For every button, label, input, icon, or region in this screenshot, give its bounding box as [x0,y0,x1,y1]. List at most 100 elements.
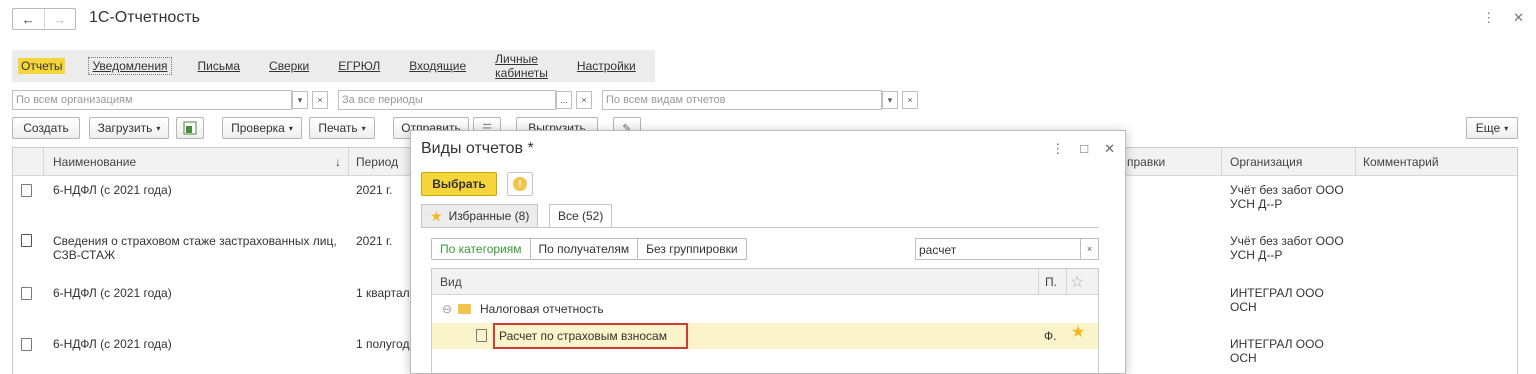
search-clear-button[interactable]: × [1081,238,1099,260]
tab-personal-accounts[interactable]: Личные кабинеты [492,51,551,81]
check-button[interactable]: Проверка ▾ [222,117,302,139]
forward-button[interactable]: → [43,9,76,29]
load-button[interactable]: Загрузить ▾ [89,117,169,139]
nav-buttons: ← → [12,8,76,30]
back-button[interactable]: ← [13,9,44,29]
period-filter-select[interactable]: ... [556,91,572,109]
row-name: 6-НДФЛ (с 2021 года) [53,286,172,300]
tab-divider [421,227,1099,228]
folder-icon [458,304,471,314]
document-icon [21,338,32,351]
row-name-line2: СЗВ-СТАЖ [53,248,116,262]
star-outline-icon: ☆ [1070,274,1085,291]
tab-settings[interactable]: Настройки [574,58,639,74]
kind-filter-clear[interactable]: × [902,91,918,109]
column-divider [43,148,44,176]
tab-reconciliations[interactable]: Сверки [266,58,312,74]
chevron-down-icon: ▾ [288,123,293,133]
document-icon [21,184,32,197]
kind-filter-input[interactable]: По всем видам отчетов [602,90,882,110]
row-name: 6-НДФЛ (с 2021 года) [53,183,172,197]
column-divider [348,148,349,176]
more-button-label: Еще [1475,121,1501,135]
tab-notifications[interactable]: Уведомления [88,57,172,75]
row-org-tax: ОСН [1230,351,1257,365]
print-button[interactable]: Печать ▾ [309,117,375,139]
load-button-label: Загрузить [97,121,153,135]
org-filter-dropdown[interactable]: ▾ [292,91,308,109]
more-icon[interactable]: ⋮ [1482,10,1495,26]
page-title: 1С-Отчетность [89,9,200,26]
section-tabs: Отчеты Уведомления Письма Сверки ЕГРЮЛ В… [12,50,655,82]
column-period[interactable]: Период [356,155,398,169]
kind-filter-dropdown[interactable]: ▾ [882,91,898,109]
signed-document-icon [21,234,32,247]
column-kind[interactable]: Вид [440,275,462,289]
column-divider [1355,148,1356,176]
tab-reports[interactable]: Отчеты [18,58,66,74]
close-icon[interactable]: ✕ [1513,10,1524,26]
document-icon [21,287,32,300]
table-header: Вид П. ☆ [432,269,1098,295]
column-divider [1038,269,1039,295]
group-by-recipient[interactable]: По получателям [529,239,638,259]
document-icon [476,329,487,342]
column-divider [1066,269,1067,295]
check-button-label: Проверка [231,121,285,135]
group-label: Налоговая отчетность [480,302,604,316]
create-button[interactable]: Создать [12,117,80,139]
search-input[interactable]: расчет [915,238,1081,260]
row-period: 1 полугод [356,337,410,351]
column-divider [1221,148,1222,176]
tab-letters[interactable]: Письма [195,58,244,74]
no-grouping[interactable]: Без группировки [637,239,745,259]
item-p-value: Ф. [1044,329,1057,343]
report-kinds-table: Вид П. ☆ ⊖ Налоговая отчетность Расчет п… [431,268,1099,374]
maximize-icon[interactable]: □ [1080,141,1088,157]
chevron-down-icon: ▾ [1504,123,1509,133]
dialog-title: Виды отчетов * [421,140,534,157]
sort-arrow-icon: ↓ [335,155,341,169]
tab-all[interactable]: Все (52) [549,204,613,228]
star-icon[interactable]: ★ [1071,325,1085,341]
row-org-tax: УСН Д--Р [1230,197,1283,211]
group-by-category[interactable]: По категориям [432,239,530,259]
row-org: ИНТЕГРАЛ ООО [1230,286,1324,300]
excel-icon [183,121,197,135]
org-filter-clear[interactable]: × [312,91,328,109]
row-org: Учёт без забот ООО [1230,234,1344,248]
tab-favorites[interactable]: ★ Избранные (8) [421,204,539,228]
info-icon: ! [513,177,527,191]
window-header: ← → 1С-Отчетность ⋮ ✕ [0,0,1536,38]
choose-button[interactable]: Выбрать [421,172,497,196]
column-correction[interactable]: правки [1127,155,1165,169]
column-organization[interactable]: Организация [1230,155,1302,169]
collapse-icon[interactable]: ⊖ [442,302,452,316]
row-period: 2021 г. [356,234,393,248]
close-icon[interactable]: ✕ [1104,141,1115,157]
column-p[interactable]: П. [1045,275,1057,289]
tab-favorites-label: Избранные (8) [448,209,530,223]
info-button[interactable]: ! [507,172,533,196]
period-filter-clear[interactable]: × [576,91,592,109]
dialog-window-icons: ⋮ □ ✕ [1051,141,1115,157]
org-filter-input[interactable]: По всем организациям [12,90,292,110]
more-button[interactable]: Еще ▾ [1466,117,1518,139]
tab-incoming[interactable]: Входящие [406,58,469,74]
column-name[interactable]: Наименование [53,155,136,169]
highlight-frame [493,323,688,349]
column-comment[interactable]: Комментарий [1363,155,1439,169]
excel-button[interactable] [176,117,204,139]
chevron-down-icon: ▾ [361,123,366,133]
tab-egrul[interactable]: ЕГРЮЛ [335,58,383,74]
row-name: Сведения о страховом стаже застрахованны… [53,234,337,248]
print-button-label: Печать [318,121,358,135]
period-filter-input[interactable]: За все периоды [338,90,556,110]
row-period: 2021 г. [356,183,393,197]
chevron-down-icon: ▾ [156,123,161,133]
row-period: 1 квартал [356,286,410,300]
more-icon[interactable]: ⋮ [1051,141,1064,157]
report-kinds-dialog: Виды отчетов * ⋮ □ ✕ Выбрать ! ★ Избранн… [410,130,1126,374]
row-org-tax: ОСН [1230,300,1257,314]
row-org-tax: УСН Д--Р [1230,248,1283,262]
